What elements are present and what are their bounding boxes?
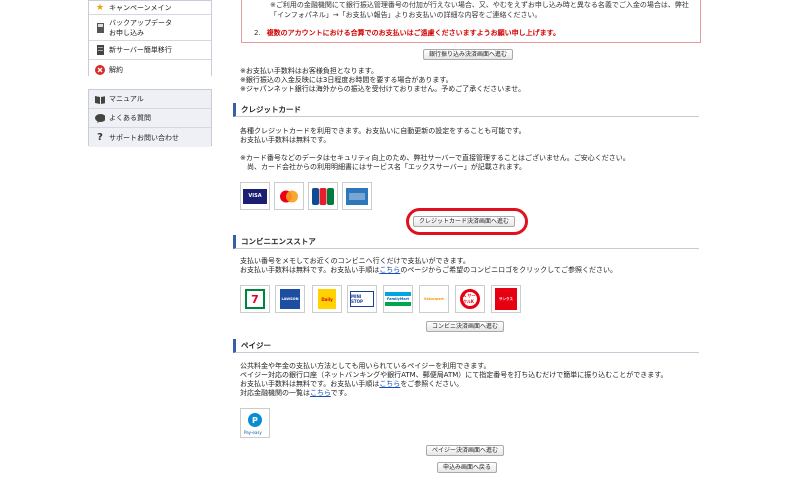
sidebar-item-backup[interactable]: バックアップデータ お申し込み — [89, 15, 211, 41]
sidebar-item-label: バックアップデータ お申し込み — [109, 18, 172, 37]
payeasy-line-1: 公共料金や年金の支払い方法としても用いられているペイジーを利用できます。 — [240, 362, 491, 370]
star-icon: ★ — [95, 2, 105, 13]
backup-icon — [95, 22, 105, 33]
sidebar-item-manual[interactable]: マニュアル — [89, 90, 211, 109]
highlight-annotation-circle — [406, 208, 528, 235]
payeasy-line-2: ペイジー対応の銀行口座（ネットバンキングや銀行ATM、郵便局ATM）にて指定番号… — [240, 371, 668, 379]
sidebar-top-menu: ★ キャンペーンメイン バックアップデータ お申し込み 新サーバー簡単移行 解約 — [88, 0, 212, 79]
familymart-logo-text: FamilyMart — [386, 297, 410, 301]
server-icon — [95, 45, 105, 55]
sidebar-item-label: 解約 — [109, 65, 123, 74]
bank-notice-box: ※ご利用の金融機関にて銀行振込管理番号の付加が行えない場合、又、やむをえずお申し… — [241, 0, 701, 43]
conveni-line-1: 支払い番号をメモしてお近くのコンビニへ行くだけで支払いができます。 — [240, 257, 470, 265]
sidebar-item-campaign[interactable]: ★ キャンペーンメイン — [89, 1, 211, 15]
ministop-logo[interactable]: MINI STOP — [347, 285, 377, 313]
back-to-application-button[interactable]: 申込み画面へ戻る — [437, 462, 498, 473]
ministop-logo-text: MINI STOP — [351, 294, 363, 304]
payeasy-procedure-link[interactable]: こちら — [379, 380, 400, 388]
daily-logo-text: Daily — [321, 296, 333, 302]
daily-yamazaki-logo[interactable]: Daily — [312, 285, 342, 313]
sidebar-item-faq[interactable]: よくある質問 — [89, 109, 211, 128]
payeasy-line-3: お支払い手数料は無料です。お支払い手順はこちらをご参照ください。 — [240, 380, 463, 389]
bank-notice-item-number: 2. — [254, 29, 261, 37]
payeasy-banks-link[interactable]: こちら — [310, 389, 331, 397]
lawson-logo[interactable]: LAWSON — [275, 285, 305, 313]
payeasy-icon: P Pay-easy — [244, 413, 262, 435]
conveni-line-2-tail: のページからご希望のコンビニロゴをクリックしてご参照ください。 — [400, 266, 617, 274]
svg-text:P: P — [252, 416, 258, 425]
jcb-icon — [312, 187, 334, 205]
bank-note-1: ※お支払い手数料はお客様負担となります。 — [240, 67, 378, 75]
credit-line-3: ※カード番号などのデータはセキュリティ向上のため、弊社サーバーで直接管理すること… — [240, 154, 630, 162]
payeasy-line-3-text: お支払い手数料は無料です。お支払い手順は — [240, 380, 380, 388]
sidebar-item-label: よくある質問 — [109, 114, 151, 122]
credit-line-4: 尚、カード会社からの利用明細書にはサービス名「エックスサーバー」が記載されます。 — [247, 163, 527, 171]
book-icon — [95, 94, 105, 104]
convenience-payment-button[interactable]: コンビニ決済画面へ進む — [426, 321, 505, 332]
sidebar-item-label: キャンペーンメイン — [109, 3, 172, 12]
amex-icon — [346, 187, 368, 205]
visa-logo-text: VISA — [248, 193, 262, 199]
sidebar-item-label: マニュアル — [109, 95, 144, 103]
seven-eleven-logo[interactable]: 7 — [240, 285, 270, 313]
bank-note-2: ※銀行振込の入金反映には3日程度お時間を要する場合があります。 — [240, 76, 453, 84]
conveni-line-2-text: お支払い手数料は無料です。お支払い手順は — [240, 266, 380, 274]
visa-logo: VISA — [240, 182, 270, 210]
sidebar-support-menu: マニュアル よくある質問 ? サポートお問い合わせ — [88, 89, 212, 147]
seicomart-logo[interactable]: Seicomart — [419, 285, 449, 313]
circle-k-logo-text: K サークルK — [463, 293, 476, 304]
sidebar-item-label: サポートお問い合わせ — [109, 133, 179, 142]
payeasy-line-4-tail: です。 — [330, 389, 352, 397]
cancel-icon — [95, 64, 105, 75]
payeasy-line-4-text: 対応金融機関の一覧は — [240, 389, 310, 397]
sidebar-item-support[interactable]: ? サポートお問い合わせ — [89, 128, 211, 147]
payeasy-logo: P Pay-easy — [240, 408, 270, 438]
sidebar-item-cancel[interactable]: 解約 — [89, 60, 211, 79]
speech-bubble-icon — [95, 113, 105, 123]
payeasy-logo-text: Pay-easy — [244, 430, 262, 435]
credit-line-1: 各種クレジットカードを利用できます。お支払いに自動更新の設定をすることも可能です… — [240, 127, 526, 135]
payeasy-heading: ペイジー — [233, 339, 699, 353]
convenience-store-heading: コンビニエンスストア — [233, 235, 699, 249]
sidebar-item-label: 新サーバー簡単移行 — [109, 46, 172, 54]
mastercard-logo — [274, 182, 304, 210]
payeasy-line-3-tail: をご参照ください。 — [400, 380, 464, 388]
question-icon: ? — [97, 132, 103, 143]
payeasy-line-4: 対応金融機関の一覧はこちらです。 — [240, 389, 351, 398]
credit-line-2: お支払い手数料は無料です。 — [240, 136, 331, 144]
mastercard-icon — [277, 188, 301, 204]
bank-notice-text: ※ご利用の金融機関にて銀行振込管理番号の付加が行えない場合、又、やむをえずお申し… — [270, 1, 689, 19]
circle-k-logo[interactable]: K サークルK — [455, 285, 485, 313]
seicomart-logo-text: Seicomart — [424, 297, 444, 301]
bank-notice-item: 2. 複数のアカウントにおける合算でのお支払いはご遠慮くださいますようお願い申し上… — [254, 28, 560, 38]
bank-transfer-button[interactable]: 銀行振り込み決済画面へ進む — [423, 49, 514, 60]
sunkus-logo[interactable]: サンクス — [491, 285, 521, 313]
lawson-logo-text: LAWSON — [281, 297, 299, 301]
bank-note-3: ※ジャパンネット銀行は海外からの振込を受付けておりません。予めご了承くださいませ… — [240, 85, 526, 93]
credit-card-heading: クレジットカード — [233, 103, 699, 117]
seven-eleven-logo-text: 7 — [251, 292, 259, 306]
jcb-logo — [308, 182, 338, 210]
amex-logo — [342, 182, 372, 210]
familymart-logo[interactable]: FamilyMart — [383, 285, 413, 313]
conveni-procedure-link[interactable]: こちら — [379, 266, 400, 274]
sunkus-logo-text: サンクス — [499, 296, 513, 301]
sidebar-item-migration[interactable]: 新サーバー簡単移行 — [89, 41, 211, 60]
bank-notice-item-text: 複数のアカウントにおける合算でのお支払いはご遠慮くださいますようお願い申し上げま… — [266, 29, 560, 37]
conveni-line-2: お支払い手数料は無料です。お支払い手順はこちらのページからご希望のコンビニロゴを… — [240, 266, 617, 275]
payeasy-payment-button[interactable]: ペイジー決済画面へ進む — [426, 445, 505, 456]
